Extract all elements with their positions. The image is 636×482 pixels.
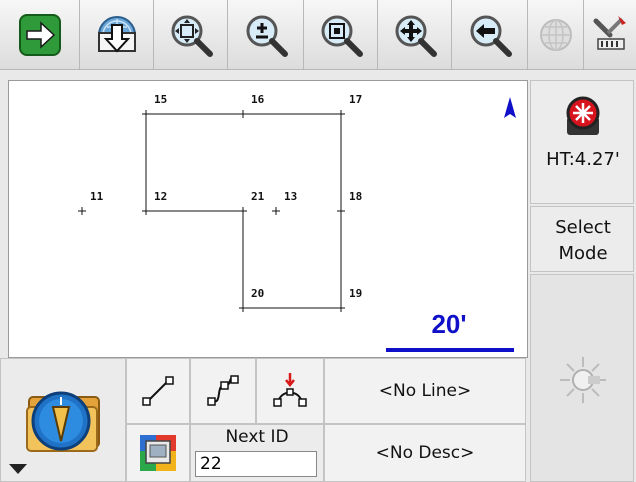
point-cross-icon <box>239 304 247 312</box>
description-select-button[interactable]: <No Desc> <box>324 424 526 482</box>
select-mode-button[interactable]: Select Mode <box>530 206 634 272</box>
layers-button[interactable] <box>126 424 190 482</box>
point-cross-icon <box>272 207 280 215</box>
layers-icon <box>140 435 176 471</box>
zoom-back-icon <box>470 15 512 57</box>
curve-tool-button[interactable] <box>190 358 256 424</box>
zoom-in-out-button[interactable] <box>228 0 304 70</box>
north-arrow-icon <box>504 97 516 118</box>
zoom-extents-button[interactable] <box>154 0 228 70</box>
zoom-extents-icon <box>171 15 213 57</box>
point-cross-icon <box>337 207 345 215</box>
globe-gray-icon <box>539 18 572 51</box>
line-select-button[interactable]: <No Line> <box>324 358 526 424</box>
point-label: 17 <box>349 93 362 106</box>
plumb-bob-icon <box>26 391 100 452</box>
point-cross-icon <box>239 207 247 215</box>
point-cross-icon <box>239 110 247 118</box>
point-cross-icon <box>337 110 345 118</box>
point-label: 15 <box>154 93 167 106</box>
globe-disabled-button[interactable] <box>528 0 584 70</box>
point-cross-icon <box>78 207 86 215</box>
survey-point[interactable]: 17 <box>337 93 362 118</box>
next-id-label: Next ID <box>225 427 289 447</box>
point-label: 11 <box>90 190 104 203</box>
point-label: 12 <box>154 190 167 203</box>
arrow-right-icon <box>18 13 61 56</box>
survey-point[interactable]: 11 <box>78 190 104 215</box>
point-cross-icon <box>337 304 345 312</box>
instrument-height-panel[interactable]: HT:4.27' <box>530 80 634 204</box>
sun-light-icon <box>560 357 606 403</box>
scale-label: 20' <box>431 309 466 339</box>
next-id-field[interactable] <box>195 451 317 477</box>
zoom-window-icon <box>321 15 363 57</box>
next-id-panel: Next ID <box>190 424 324 482</box>
zoom-plus-minus-icon <box>246 15 288 57</box>
split-tool-icon <box>273 373 307 407</box>
select-mode-label: Select Mode <box>555 217 611 264</box>
line-tool-button[interactable] <box>126 358 190 424</box>
map-canvas[interactable]: 15 16 17 11 12 21 13 18 20 19 20' <box>8 80 528 358</box>
map-drawing[interactable]: 15 16 17 11 12 21 13 18 20 19 20' <box>9 81 529 359</box>
go-forward-button[interactable] <box>0 0 80 70</box>
line-tool-icon <box>142 376 174 406</box>
point-label: 20 <box>251 287 264 300</box>
tools-icon <box>593 15 626 50</box>
point-label: 21 <box>251 190 265 203</box>
point-label: 19 <box>349 287 362 300</box>
split-tool-button[interactable] <box>256 358 324 424</box>
point-cross-icon <box>142 207 150 215</box>
zoom-window-button[interactable] <box>304 0 378 70</box>
zoom-previous-button[interactable] <box>452 0 528 70</box>
point-label: 16 <box>251 93 265 106</box>
point-label: 18 <box>349 190 362 203</box>
survey-point[interactable]: 21 <box>239 190 265 215</box>
description-select-label: <No Desc> <box>375 443 475 463</box>
pan-cross-icon <box>395 15 437 57</box>
curve-tool-icon <box>207 375 239 406</box>
height-label: HT:4.27' <box>546 149 620 170</box>
settings-button[interactable] <box>584 0 636 70</box>
survey-point[interactable]: 13 <box>272 190 297 215</box>
line-select-label: <No Line> <box>378 381 472 401</box>
triangle-down-icon[interactable] <box>8 463 28 475</box>
download-button[interactable] <box>80 0 154 70</box>
point-label: 13 <box>284 190 297 203</box>
light-button[interactable] <box>530 274 634 482</box>
prism-target-icon <box>566 96 600 135</box>
globe-down-arrow-icon <box>97 15 136 52</box>
pan-button[interactable] <box>378 0 452 70</box>
point-cross-icon <box>142 110 150 118</box>
